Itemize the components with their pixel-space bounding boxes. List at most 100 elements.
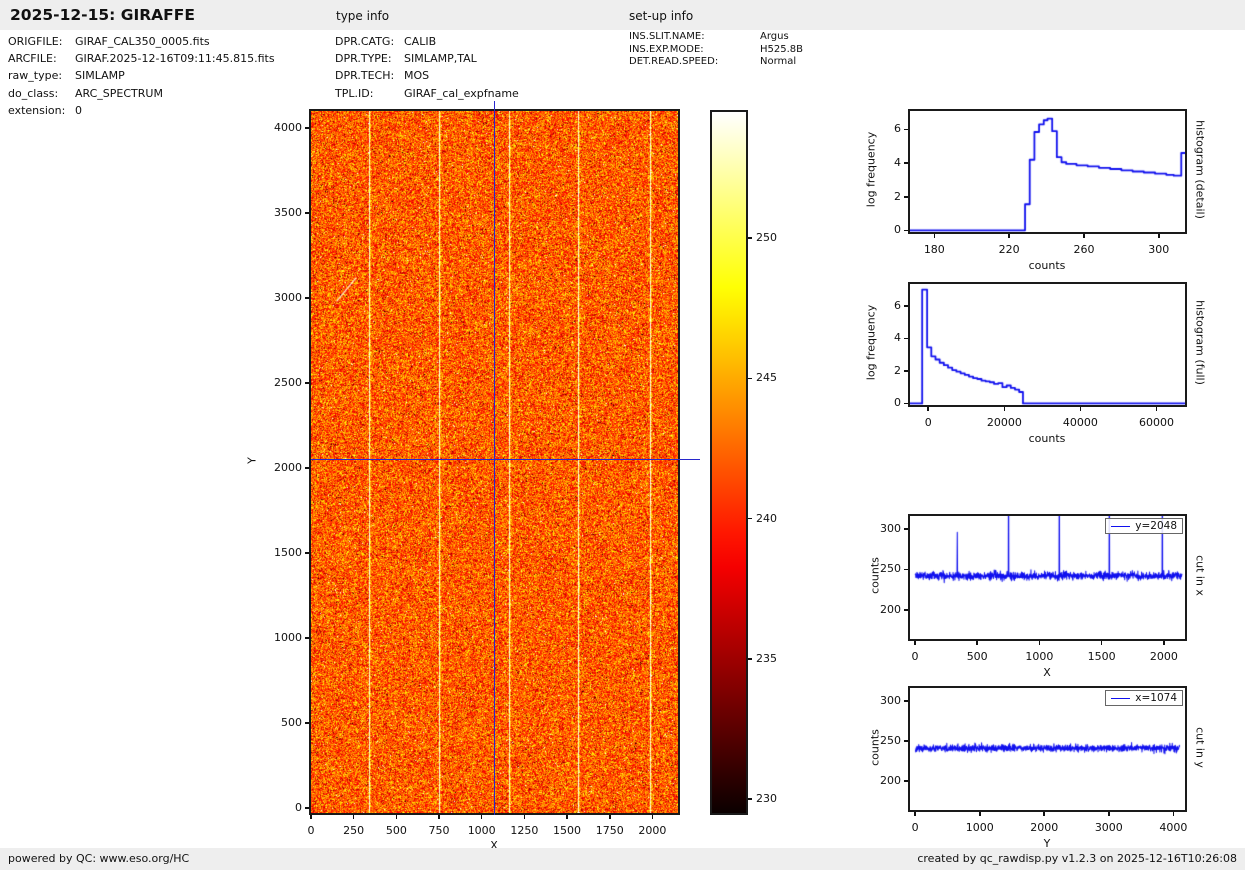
x-tick-mark (1172, 812, 1175, 817)
colorbar-tick-label: 250 (756, 231, 777, 245)
y-tick-mark (903, 195, 908, 198)
hist_detail-plot-canvas (910, 111, 1185, 232)
y-tick-mark (903, 609, 908, 611)
field-value: MOS (404, 69, 430, 83)
qc-rawdisp-page: 2025-12-15: GIRAFFE type info set-up inf… (0, 0, 1245, 870)
x-tick-mark (1155, 407, 1158, 412)
x-tick-mark (914, 812, 916, 817)
x-tick-label: 2000 (1149, 650, 1178, 663)
field-label: ARCFILE: (8, 52, 57, 66)
x-tick-label: 180 (923, 243, 945, 256)
cut-x-ylabel: counts (868, 557, 882, 594)
y-tick-mark (304, 467, 309, 469)
colorbar-tick-label: 240 (756, 511, 777, 525)
x-tick-mark (1003, 407, 1006, 412)
y-tick-label: 3500 (274, 205, 302, 219)
field-label: DET.READ.SPEED: (629, 56, 719, 68)
x-tick-mark (1163, 641, 1165, 646)
field-label: DPR.TYPE: (335, 52, 392, 66)
y-tick-mark (304, 552, 309, 554)
legend-line-sample (1111, 697, 1131, 699)
footer-left-text: powered by QC: www.eso.org/HC (8, 852, 190, 865)
x-tick-mark (438, 815, 440, 820)
field-value: GIRAF.2025-12-16T09:11:45.815.fits (75, 52, 275, 66)
file-info-row: do_class: ARC_SPECTRUM (8, 85, 275, 102)
x-tick-mark (1079, 407, 1082, 412)
hist-full-xlabel: counts (1028, 432, 1066, 445)
field-value: SIMLAMP (75, 69, 125, 83)
y-tick-label: 250 (880, 562, 901, 576)
y-tick-mark (903, 402, 908, 405)
y-tick-label: 500 (281, 715, 302, 729)
field-label: ORIGFILE: (8, 35, 63, 48)
x-tick-mark (1008, 234, 1010, 239)
type-info-row: DPR.CATG: CALIB (335, 33, 519, 50)
y-tick-label: 6 (894, 122, 901, 136)
colorbar-tick-label: 235 (756, 651, 777, 665)
y-tick-mark (903, 528, 908, 530)
y-tick-mark (304, 722, 309, 724)
x-tick-label: 0 (924, 416, 932, 429)
x-tick-mark (1083, 234, 1085, 239)
y-tick-label: 1500 (274, 545, 302, 559)
y-tick-mark (304, 127, 309, 129)
cut-y-legend: x=1074 (1105, 690, 1183, 706)
y-tick-label: 0 (894, 396, 901, 410)
field-value: CALIB (404, 35, 437, 48)
crosshair-vertical-line (493, 101, 495, 815)
y-tick-mark (903, 128, 908, 131)
setup-info-heading: set-up info (629, 9, 694, 23)
x-tick-label: 20000 (986, 416, 1022, 429)
x-tick-mark (651, 815, 654, 820)
cut_x-plot-canvas (910, 516, 1185, 639)
file-info-row: ARCFILE: GIRAF.2025-12-16T09:11:45.815.fi… (8, 50, 275, 67)
field-label: TPL.ID: (335, 86, 374, 100)
x-tick-label: 0 (911, 650, 919, 663)
x-tick-mark (927, 407, 930, 412)
field-label: INS.EXP.MODE: (629, 43, 704, 55)
field-label: INS.SLIT.NAME: (629, 31, 705, 42)
field-label: extension: (8, 103, 66, 117)
y-tick-label: 1000 (274, 630, 302, 644)
x-tick-mark (976, 641, 978, 646)
x-tick-mark (566, 815, 568, 820)
y-tick-label: 2000 (274, 460, 302, 474)
y-tick-mark (903, 700, 908, 702)
field-value: 0 (75, 103, 82, 117)
x-tick-label: 4000 (1159, 821, 1188, 834)
x-tick-mark (1108, 812, 1110, 817)
page-title: 2025-12-15: GIRAFFE (10, 6, 195, 24)
y-tick-mark (903, 305, 908, 307)
x-tick-label: 1500 (1087, 650, 1116, 663)
y-tick-mark (903, 780, 908, 782)
colorbar-tick-mark (748, 377, 753, 380)
colorbar-tick-label: 245 (756, 371, 777, 385)
x-tick-label: 2000 (638, 824, 667, 837)
field-label: do_class: (8, 86, 59, 100)
x-tick-label: 500 (966, 650, 988, 663)
x-tick-mark (608, 815, 611, 820)
x-tick-mark (1100, 641, 1103, 646)
x-tick-mark (480, 815, 483, 820)
y-tick-mark (903, 337, 908, 340)
y-tick-label: 250 (880, 733, 901, 747)
y-tick-label: 200 (880, 774, 901, 788)
y-tick-label: 2 (894, 189, 901, 203)
hist-full-right-label: histogram (full) (1193, 300, 1207, 385)
footer-right-text: created by qc_rawdisp.py v1.2.3 on 2025-… (917, 852, 1237, 865)
field-value: Normal (760, 56, 797, 68)
x-tick-mark (352, 815, 355, 820)
cut-x-right-label: cut in x (1193, 555, 1207, 596)
y-tick-label: 4 (894, 331, 901, 345)
field-value: ARC_SPECTRUM (75, 86, 163, 100)
y-tick-mark (304, 297, 309, 299)
y-tick-label: 4 (894, 156, 901, 170)
y-tick-label: 3000 (274, 290, 302, 304)
y-tick-label: 0 (295, 800, 302, 814)
x-tick-label: 0 (911, 821, 919, 834)
y-tick-label: 4000 (274, 120, 302, 134)
cut-x-legend: y=2048 (1105, 518, 1183, 534)
type-info-row: DPR.TECH: MOS (335, 67, 519, 84)
setup-info-row: INS.SLIT.NAME: Argus (629, 31, 803, 44)
field-value: H525.8B (760, 43, 804, 55)
